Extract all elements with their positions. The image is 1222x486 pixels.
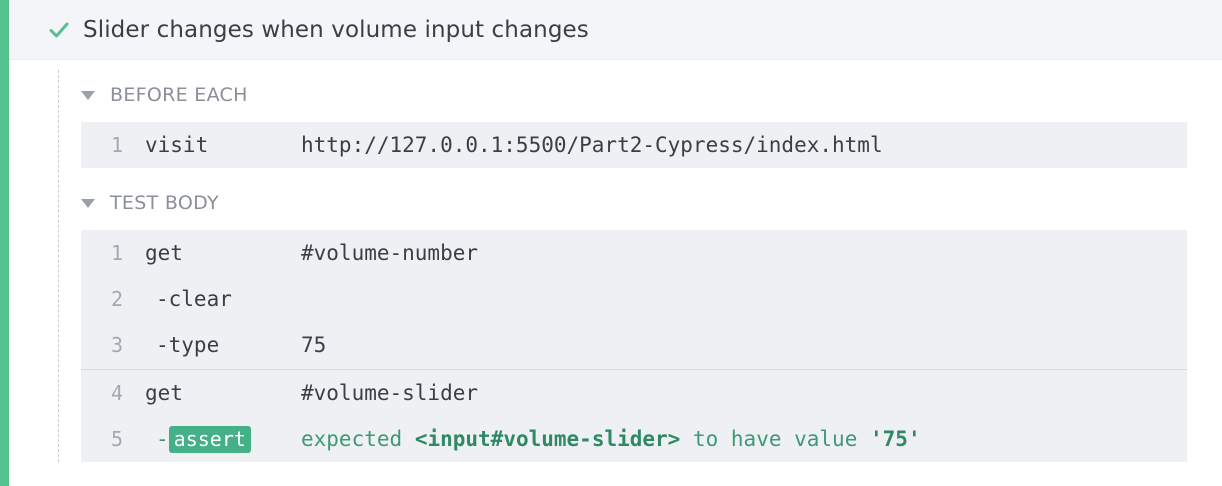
check-icon bbox=[49, 19, 71, 41]
command-number: 5 bbox=[110, 427, 123, 451]
hook-label: BEFORE EACH bbox=[110, 84, 248, 106]
assertion-message: expected <input#volume-slider> to have v… bbox=[301, 427, 921, 451]
command-row-assert[interactable]: 5 - assert expected <input#volume-slider>… bbox=[81, 416, 1187, 462]
assert-badge: assert bbox=[168, 425, 251, 453]
caret-down-icon bbox=[81, 198, 95, 208]
command-name: get bbox=[145, 241, 183, 265]
command-row[interactable]: 1 get #volume-number bbox=[81, 230, 1187, 276]
command-name: -clear bbox=[156, 287, 232, 311]
command-message: http://127.0.0.1:5500/Part2-Cypress/inde… bbox=[301, 133, 883, 157]
before-each-commands: 1 visit http://127.0.0.1:5500/Part2-Cypr… bbox=[81, 122, 1187, 168]
caret-down-icon bbox=[81, 90, 95, 100]
test-title: Slider changes when volume input changes bbox=[83, 16, 589, 43]
command-message: #volume-slider bbox=[301, 381, 479, 405]
assertion-verb: to have value bbox=[692, 427, 858, 451]
command-row[interactable]: 4 get #volume-slider bbox=[81, 370, 1187, 416]
command-name: visit bbox=[145, 133, 209, 157]
command-name: - assert bbox=[156, 425, 251, 453]
hook-label: TEST BODY bbox=[110, 192, 219, 214]
passed-status-stripe bbox=[0, 0, 9, 486]
hook-header-test-body[interactable]: TEST BODY bbox=[81, 192, 219, 214]
test-body-commands: 1 get #volume-number 2 -clear 3 -type 75… bbox=[81, 230, 1187, 462]
assertion-value: '75' bbox=[870, 427, 921, 451]
command-row[interactable]: 1 visit http://127.0.0.1:5500/Part2-Cypr… bbox=[81, 122, 1187, 168]
assertion-subject: <input#volume-slider> bbox=[414, 427, 681, 451]
hook-header-before-each[interactable]: BEFORE EACH bbox=[81, 84, 248, 106]
test-header[interactable]: Slider changes when volume input changes bbox=[9, 0, 1222, 60]
command-message: 75 bbox=[301, 333, 327, 357]
command-number: 3 bbox=[110, 333, 123, 357]
command-number: 1 bbox=[110, 133, 123, 157]
command-name: get bbox=[145, 381, 183, 405]
child-dash: - bbox=[156, 426, 169, 451]
command-number: 4 bbox=[110, 381, 123, 405]
assertion-expected: expected bbox=[301, 427, 403, 451]
command-name: -type bbox=[156, 333, 220, 357]
command-number: 1 bbox=[110, 241, 123, 265]
command-row[interactable]: 3 -type 75 bbox=[81, 322, 1187, 368]
command-row[interactable]: 2 -clear bbox=[81, 276, 1187, 322]
command-message: #volume-number bbox=[301, 241, 479, 265]
hooks-container: BEFORE EACH 1 visit http://127.0.0.1:550… bbox=[58, 70, 1188, 462]
command-number: 2 bbox=[110, 287, 123, 311]
